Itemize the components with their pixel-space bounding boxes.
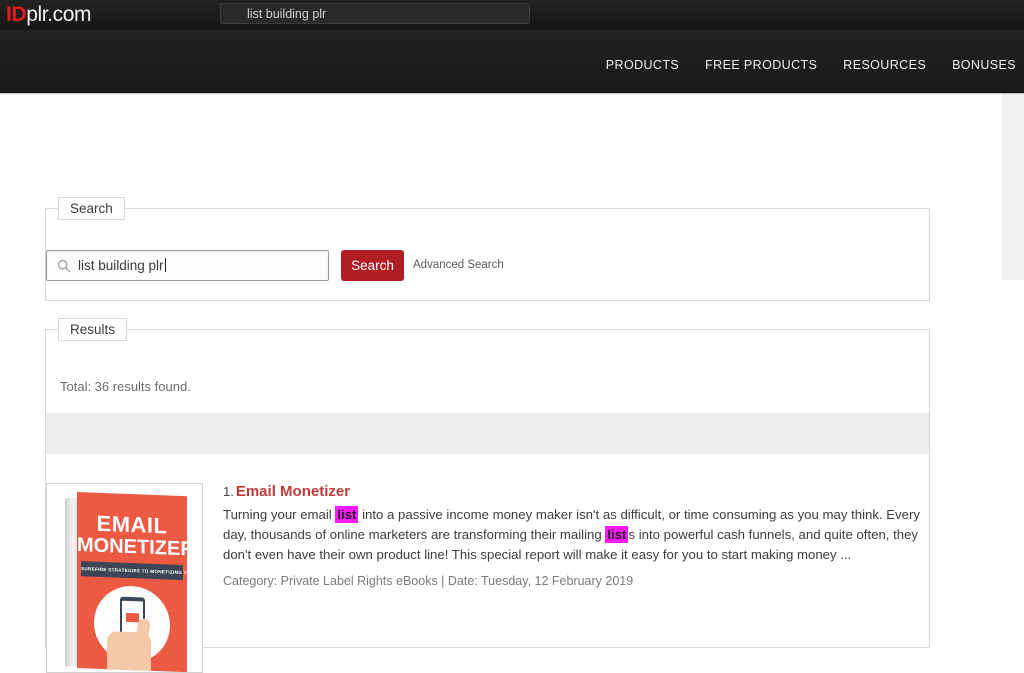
advanced-search-link[interactable]: Advanced Search (413, 259, 504, 271)
cover-title-line2: MONETIZER (77, 534, 187, 561)
page-body: Search list building plr Search Advanced… (0, 93, 1024, 673)
results-toolbar[interactable] (46, 413, 929, 454)
result-title-line: 1. Email Monetizer (223, 483, 923, 501)
right-rail-inner (1002, 280, 1024, 536)
cover-envelope-icon (126, 612, 139, 623)
text-cursor (164, 258, 166, 272)
logo-id-text: ID (6, 3, 27, 26)
results-total-text: Total: 36 results found. (60, 379, 191, 394)
search-button[interactable]: Search (341, 250, 404, 281)
site-nav-bar: PRODUCTS FREE PRODUCTS RESOURCES BONUSES (0, 30, 1024, 93)
logo-domain-text: plr.com (26, 3, 92, 26)
search-input-value: list building plr (78, 257, 166, 275)
result-description: Turning your email list into a passive i… (223, 505, 921, 565)
search-term-highlight: list (335, 506, 359, 523)
result-body: 1. Email Monetizer Turning your email lis… (223, 483, 923, 589)
search-icon (57, 259, 71, 273)
book-cover-image: EMAIL MONETIZER SUREFIRE STRATEGIES TO M… (65, 492, 187, 672)
result-index: 1. (223, 484, 234, 499)
book-front-face: EMAIL MONETIZER SUREFIRE STRATEGIES TO M… (77, 492, 187, 672)
search-panel-legend: Search (58, 197, 125, 220)
cover-subtitle-text: SUREFIRE STRATEGIES TO MONETIZING YOUR L… (81, 566, 187, 576)
browser-top-bar: IDplr.com list building plr (0, 0, 1024, 30)
cover-subtitle-band: SUREFIRE STRATEGIES TO MONETIZING YOUR L… (81, 561, 187, 581)
site-logo[interactable]: IDplr.com (6, 2, 91, 28)
desc-part-1: Turning your email (223, 507, 336, 522)
nav-item-products[interactable]: PRODUCTS (593, 54, 692, 76)
search-panel: Search list building plr Search Advanced… (45, 197, 930, 301)
main-content: Search list building plr Search Advanced… (0, 94, 1002, 673)
nav-item-resources[interactable]: RESOURCES (830, 54, 939, 76)
results-panel-legend: Results (58, 318, 128, 341)
nav-item-bonuses[interactable]: BONUSES (939, 54, 1024, 76)
right-rail (1002, 94, 1024, 536)
search-input[interactable]: list building plr (46, 250, 329, 281)
result-meta: Category: Private Label Rights eBooks | … (223, 574, 634, 588)
nav-list: PRODUCTS FREE PRODUCTS RESOURCES BONUSES (593, 54, 1024, 76)
results-panel: Results Total: 36 results found. EMAIL M… (45, 318, 930, 673)
browser-address-search-box[interactable]: list building plr (220, 3, 530, 24)
cover-hand-shape (107, 631, 151, 672)
nav-item-free-products[interactable]: FREE PRODUCTS (692, 54, 830, 76)
search-row: list building plr Search Advanced Search (46, 250, 929, 284)
search-input-text: list building plr (78, 258, 164, 273)
result-title-link[interactable]: Email Monetizer (236, 483, 350, 500)
result-thumbnail[interactable]: EMAIL MONETIZER SUREFIRE STRATEGIES TO M… (46, 483, 203, 673)
browser-search-text: list building plr (247, 7, 327, 21)
